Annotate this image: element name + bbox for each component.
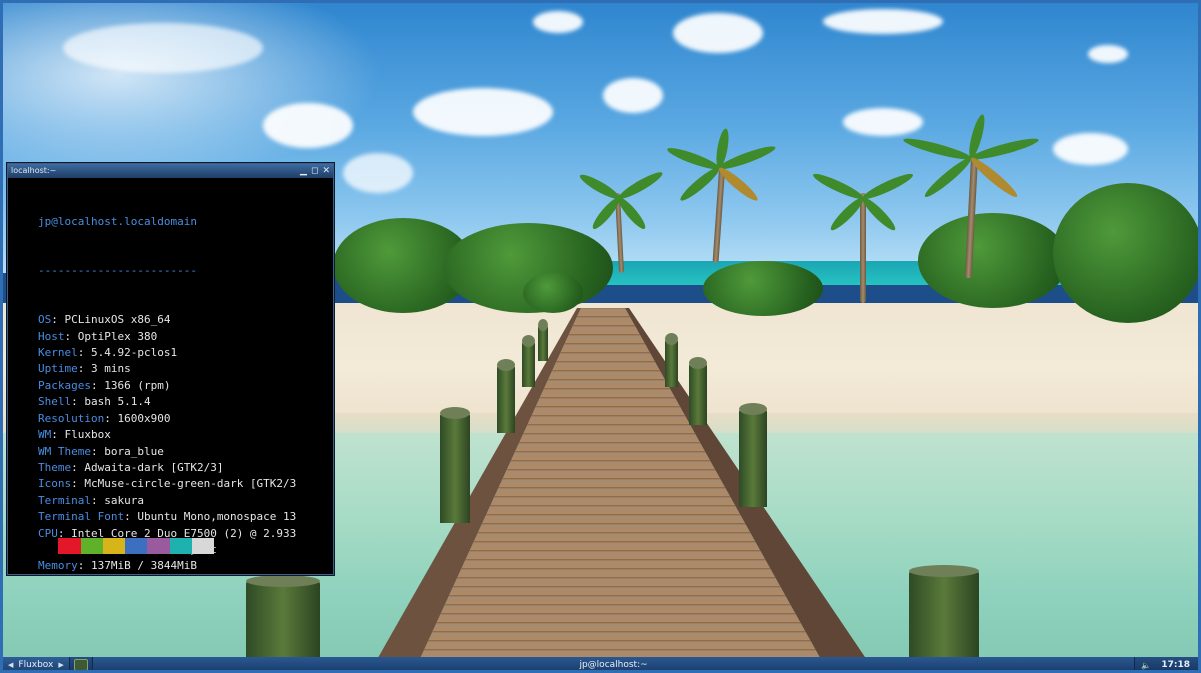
info-key: Shell — [38, 395, 72, 409]
info-line: Kernel: 5.4.92-pclos1 — [12, 345, 333, 361]
info-key: Icons — [38, 477, 72, 491]
fluxbox-menu-label[interactable]: Fluxbox — [18, 660, 53, 670]
info-key: Theme — [38, 460, 72, 474]
color-swatch — [125, 537, 148, 554]
info-colon: : — [71, 460, 85, 474]
color-swatch — [58, 537, 81, 554]
info-key: WM Theme — [38, 444, 91, 458]
info-line: Uptime: 3 mins — [12, 361, 333, 377]
info-value: bash 5.1.4 — [84, 395, 151, 409]
info-colon: : — [90, 378, 105, 392]
info-line: Packages: 1366 (rpm) — [12, 378, 333, 394]
color-swatch — [102, 537, 126, 554]
color-swatch — [169, 537, 193, 554]
color-palette — [36, 505, 215, 574]
workspace-switcher[interactable]: ◀ Fluxbox ▶ — [3, 657, 70, 670]
window-title: localhost:~ — [11, 166, 57, 175]
palette-row-dark — [36, 537, 215, 554]
info-value: 3 mins — [91, 362, 131, 376]
info-line: Icons: McMuse-circle-green-dark [GTK2/3 — [12, 476, 333, 492]
info-line: WM Theme: bora_blue — [12, 444, 333, 460]
info-key: WM — [38, 428, 52, 442]
info-value: Adwaita-dark [GTK2/3] — [84, 460, 224, 474]
system-tray: 🔈 17:18 — [1135, 657, 1198, 670]
info-colon: : — [51, 313, 65, 327]
info-value: McMuse-circle-green-dark [GTK2/3 — [84, 477, 297, 491]
info-colon: : — [104, 411, 118, 425]
info-colon: : — [51, 428, 65, 442]
color-swatch — [36, 537, 59, 554]
taskbar-task-terminal[interactable]: jp@localhost:~ — [91, 657, 1136, 670]
terminal-window[interactable]: localhost:~ ▁ ◻ ✕ jp@localhost.localdoma… — [7, 163, 334, 575]
color-swatch — [192, 537, 215, 554]
info-line: Host: OptiPlex 380 — [12, 329, 333, 345]
info-value: 1366 (rpm) — [104, 378, 171, 392]
info-line: Resolution: 1600x900 — [12, 411, 333, 427]
info-colon: : — [64, 329, 78, 343]
color-swatch — [147, 537, 170, 554]
terminal-output[interactable]: jp@localhost.localdomain ---------------… — [8, 178, 333, 574]
info-colon: : — [71, 395, 85, 409]
user-host: jp@localhost.localdomain — [38, 214, 197, 228]
info-key: Kernel — [38, 346, 78, 360]
info-key: Packages — [38, 378, 91, 392]
info-line: WM: Fluxbox — [12, 427, 333, 443]
color-swatch — [80, 537, 103, 554]
info-key: OS — [38, 313, 52, 327]
info-value: bora_blue — [104, 444, 164, 458]
minimize-icon[interactable]: ▁ — [300, 164, 307, 178]
maximize-icon[interactable]: ◻ — [311, 164, 318, 178]
taskbar: ◀ Fluxbox ▶ jp@localhost:~ 🔈 17:18 — [3, 657, 1198, 670]
info-line: Shell: bash 5.1.4 — [12, 394, 333, 410]
info-key: Resolution — [38, 411, 105, 425]
next-workspace-icon[interactable]: ▶ — [58, 661, 63, 669]
info-value: OptiPlex 380 — [77, 329, 158, 343]
desktop-screen: localhost:~ ▁ ◻ ✕ jp@localhost.localdoma… — [0, 0, 1201, 673]
info-value: PCLinuxOS x86_64 — [64, 313, 171, 327]
terminal-launcher-icon[interactable] — [73, 659, 88, 670]
clock[interactable]: 17:18 — [1161, 660, 1190, 670]
info-key: Host — [38, 329, 65, 343]
info-value: 5.4.92-pclos1 — [91, 346, 178, 360]
info-line: Theme: Adwaita-dark [GTK2/3] — [12, 460, 333, 476]
info-colon: : — [71, 477, 85, 491]
info-colon: : — [77, 346, 91, 360]
close-icon[interactable]: ✕ — [322, 164, 330, 178]
info-value: 1600x900 — [117, 411, 171, 425]
terminal-titlebar[interactable]: localhost:~ ▁ ◻ ✕ — [8, 164, 333, 178]
prev-workspace-icon[interactable]: ◀ — [8, 661, 13, 669]
info-colon: : — [77, 362, 91, 376]
separator-line: ------------------------ — [38, 264, 197, 278]
info-value: Fluxbox — [64, 428, 111, 442]
info-key: Uptime — [38, 362, 78, 376]
info-colon: : — [90, 444, 105, 458]
volume-icon[interactable]: 🔈 — [1141, 661, 1151, 670]
info-line: OS: PCLinuxOS x86_64 — [12, 312, 333, 328]
